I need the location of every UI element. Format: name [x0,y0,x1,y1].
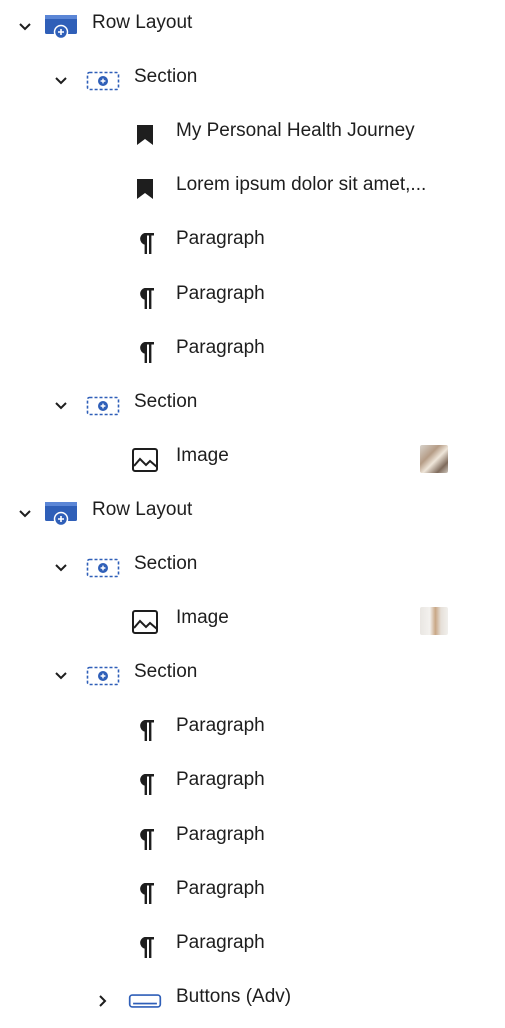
paragraph-icon [128,283,162,313]
chevron-down-icon[interactable] [17,506,33,522]
tree-item-image[interactable]: Image [0,595,505,649]
tree-item-label: My Personal Health Journey [176,120,415,141]
buttons-icon [128,986,162,1016]
paragraph-icon [128,878,162,908]
chevron-down-icon[interactable] [53,73,69,89]
paragraph-icon [128,824,162,854]
tree-item-row-layout[interactable]: Row Layout [0,487,505,541]
tree-item-paragraph[interactable]: Paragraph [0,866,505,920]
tree-item-label: Row Layout [92,499,193,520]
tree-item-section[interactable]: Section [0,54,505,108]
tree-item-paragraph[interactable]: Paragraph [0,812,505,866]
tree-item-label: Section [134,391,198,412]
tree-item-paragraph[interactable]: Paragraph [0,703,505,757]
section-icon [86,391,120,421]
tree-item-image[interactable]: Image [0,433,505,487]
tree-item-label: Paragraph [176,878,265,899]
tree-item-label: Buttons (Adv) [176,986,292,1007]
chevron-down-icon[interactable] [53,668,69,684]
tree-item-paragraph[interactable]: Paragraph [0,271,505,325]
row-layout-icon [44,12,78,42]
tree-item-heading[interactable]: Lorem ipsum dolor sit amet,... [0,162,505,216]
tree-item-paragraph[interactable]: Paragraph [0,757,505,811]
bookmark-icon [128,174,162,204]
tree-item-label: Paragraph [176,769,265,790]
paragraph-icon [128,932,162,962]
chevron-down-icon[interactable] [53,398,69,414]
tree-item-section[interactable]: Section [0,649,505,703]
bookmark-icon [128,120,162,150]
tree-item-label: Lorem ipsum dolor sit amet,... [176,174,427,195]
tree-item-label: Section [134,66,198,87]
tree-item-paragraph[interactable]: Paragraph [0,325,505,379]
image-icon [128,445,162,475]
tree-item-label: Paragraph [176,715,265,736]
tree-item-label: Image [176,445,229,466]
paragraph-icon [128,715,162,745]
chevron-right-icon[interactable] [95,993,111,1009]
tree-item-label: Section [134,661,198,682]
tree-item-label: Section [134,553,198,574]
section-icon [86,66,120,96]
tree-item-label: Row Layout [92,12,193,33]
chevron-down-icon[interactable] [17,19,33,35]
tree-item-label: Image [176,607,229,628]
tree-item-label: Paragraph [176,932,265,953]
tree-item-label: Paragraph [176,824,265,845]
image-icon [128,607,162,637]
image-thumbnail [420,445,448,473]
paragraph-icon [128,337,162,367]
row-layout-icon [44,499,78,529]
tree-item-paragraph[interactable]: Paragraph [0,216,505,270]
tree-item-section[interactable]: Section [0,541,505,595]
tree-item-paragraph[interactable]: Paragraph [0,920,505,974]
tree-item-label: Paragraph [176,228,265,249]
tree-item-buttons[interactable]: Buttons (Adv) [0,974,505,1028]
tree-item-label: Paragraph [176,337,265,358]
paragraph-icon [128,228,162,258]
tree-item-section[interactable]: Section [0,379,505,433]
tree-item-row-layout[interactable]: Row Layout [0,0,505,54]
section-icon [86,661,120,691]
image-thumbnail [420,607,448,635]
section-icon [86,553,120,583]
tree-item-heading[interactable]: My Personal Health Journey [0,108,505,162]
chevron-down-icon[interactable] [53,560,69,576]
tree-item-label: Paragraph [176,283,265,304]
list-view-tree: Row Layout Section My Personal Health Jour… [0,0,505,1024]
paragraph-icon [128,769,162,799]
